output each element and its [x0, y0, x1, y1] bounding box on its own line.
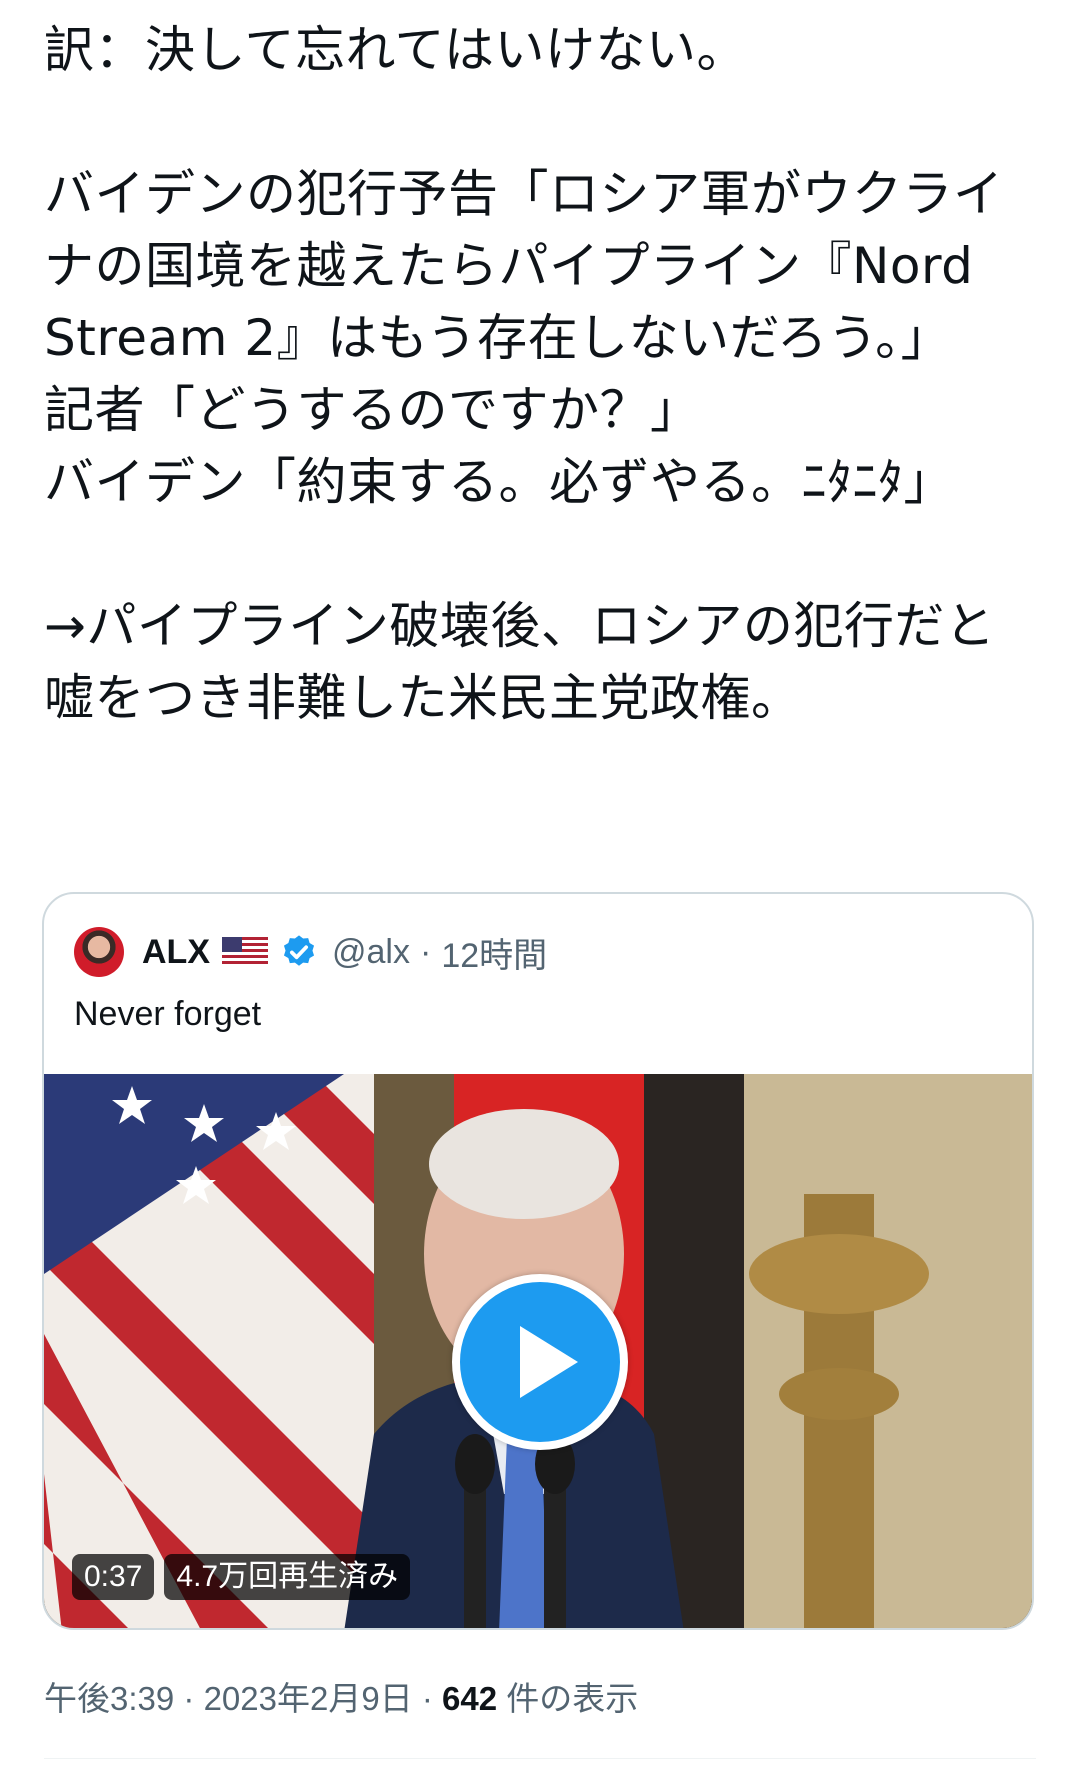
quoted-tweet-card[interactable]: ALX @alx · 12時間 Never forget 0:37 4.7万回再… — [42, 892, 1034, 1630]
video-badges: 0:37 4.7万回再生済み — [72, 1554, 411, 1600]
views-count[interactable]: 642 — [442, 1680, 497, 1717]
tweet-time[interactable]: 午後3:39 — [44, 1680, 174, 1717]
separator: · — [183, 1680, 195, 1717]
video-player[interactable]: 0:37 4.7万回再生済み — [44, 1074, 1032, 1628]
tweet-date[interactable]: 2023年2月9日 — [204, 1680, 413, 1717]
divider — [44, 1758, 1036, 1759]
avatar[interactable] — [74, 927, 124, 977]
author-handle[interactable]: @alx — [332, 933, 410, 972]
play-button[interactable] — [452, 1274, 628, 1450]
play-icon — [520, 1326, 578, 1398]
tweet-text: 訳：決して忘れてはいけない。 バイデンの犯行予告「ロシア軍がウクライナの国境を越… — [44, 21, 1004, 727]
tweet-metadata: 午後3:39 · 2023年2月9日 · 642 件の表示 — [44, 1672, 638, 1720]
quote-timestamp[interactable]: 12時間 — [441, 928, 547, 977]
verified-badge-icon — [283, 935, 315, 966]
us-flag-icon — [222, 937, 268, 967]
author-name[interactable]: ALX — [142, 933, 210, 972]
separator: · — [421, 1680, 433, 1717]
views-label: 件の表示 — [497, 1680, 639, 1717]
video-view-count: 4.7万回再生済み — [164, 1554, 411, 1600]
quoted-tweet-header: ALX @alx · 12時間 — [74, 926, 547, 978]
video-duration: 0:37 — [72, 1554, 155, 1600]
separator: · — [419, 932, 432, 971]
quoted-tweet-text: Never forget — [74, 995, 262, 1033]
